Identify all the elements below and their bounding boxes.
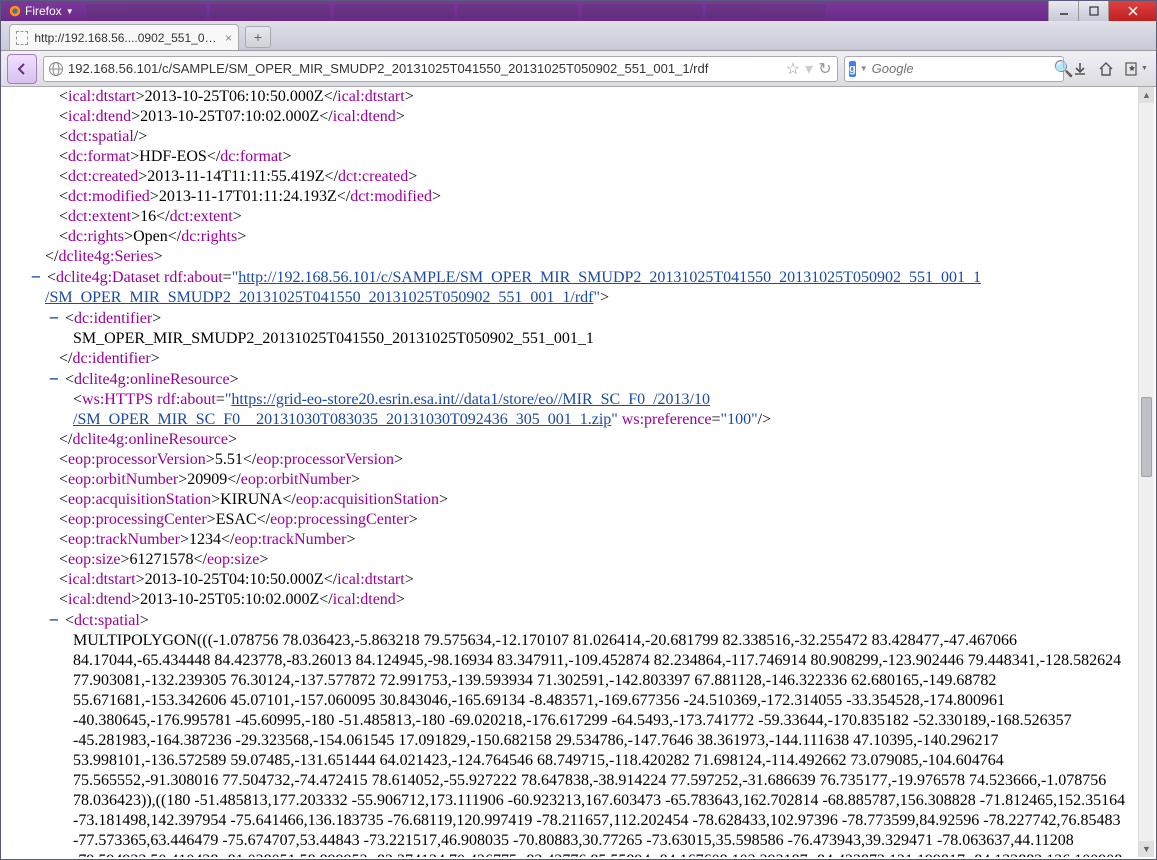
vertical-scrollbar[interactable]: ▲ ▼: [1138, 87, 1154, 857]
home-button[interactable]: [1096, 59, 1116, 79]
tab-strip: http://192.168.56....0902_551_001_1/rdf …: [1, 21, 1156, 51]
new-tab-button[interactable]: +: [245, 26, 271, 48]
maximize-button[interactable]: [1078, 1, 1108, 21]
browser-window: Firefox ▼ http://192.168.56....0902_551_…: [0, 0, 1157, 860]
bookmarks-menu-button[interactable]: ▼: [1122, 59, 1150, 79]
collapse-toggle[interactable]: −: [31, 267, 43, 287]
dataset-about-link-2[interactable]: /SM_OPER_MIR_SMUDP2_20131025T041550_2013…: [45, 289, 593, 306]
bookmark-star-icon[interactable]: ☆: [785, 61, 801, 77]
search-bar[interactable]: g ▼ 🔍: [844, 56, 1064, 82]
downloads-button[interactable]: [1070, 59, 1090, 79]
nav-toolbar: ☆ ▾ ↻ g ▼ 🔍 ▼: [1, 51, 1156, 87]
tab-active[interactable]: http://192.168.56....0902_551_001_1/rdf …: [9, 24, 239, 50]
https-about-link[interactable]: https://grid-eo-store20.esrin.esa.int//d…: [231, 391, 710, 408]
tab-title: http://192.168.56....0902_551_001_1/rdf: [34, 31, 219, 45]
collapse-toggle[interactable]: −: [49, 369, 61, 389]
firefox-icon: [9, 5, 21, 17]
background-tabs-blur: [82, 4, 1048, 18]
search-input[interactable]: [872, 61, 1050, 76]
xml-tree[interactable]: <ical:dtstart>2013-10-25T06:10:50.000Z</…: [3, 87, 1154, 857]
globe-icon: [48, 61, 64, 77]
collapse-toggle[interactable]: −: [49, 610, 61, 630]
minimize-button[interactable]: [1048, 1, 1078, 21]
scroll-up-icon[interactable]: ▲: [1139, 87, 1154, 103]
collapse-toggle[interactable]: −: [49, 308, 61, 328]
dataset-about-link[interactable]: http://192.168.56.101/c/SAMPLE/SM_OPER_M…: [238, 269, 981, 286]
favicon-icon: [16, 31, 28, 45]
url-bar[interactable]: ☆ ▾ ↻: [43, 56, 838, 82]
google-icon: g: [849, 61, 856, 77]
dropdown-icon: ▼: [66, 7, 74, 16]
https-about-link-2[interactable]: /SM_OPER_MIR_SC_F0__20131030T083035_2013…: [73, 411, 611, 428]
url-input[interactable]: [68, 61, 781, 76]
firefox-menu[interactable]: Firefox ▼: [1, 3, 82, 19]
back-button[interactable]: [7, 54, 37, 84]
titlebar: Firefox ▼: [1, 1, 1156, 21]
window-controls: [1048, 1, 1156, 21]
reload-icon[interactable]: ↻: [817, 61, 833, 77]
close-button[interactable]: [1108, 1, 1156, 21]
scroll-down-icon[interactable]: ▼: [1139, 841, 1154, 857]
app-name: Firefox: [25, 4, 62, 18]
page-content: <ical:dtstart>2013-10-25T06:10:50.000Z</…: [3, 87, 1154, 857]
scrollbar-thumb[interactable]: [1141, 397, 1152, 477]
tab-close-icon[interactable]: ×: [225, 31, 232, 45]
